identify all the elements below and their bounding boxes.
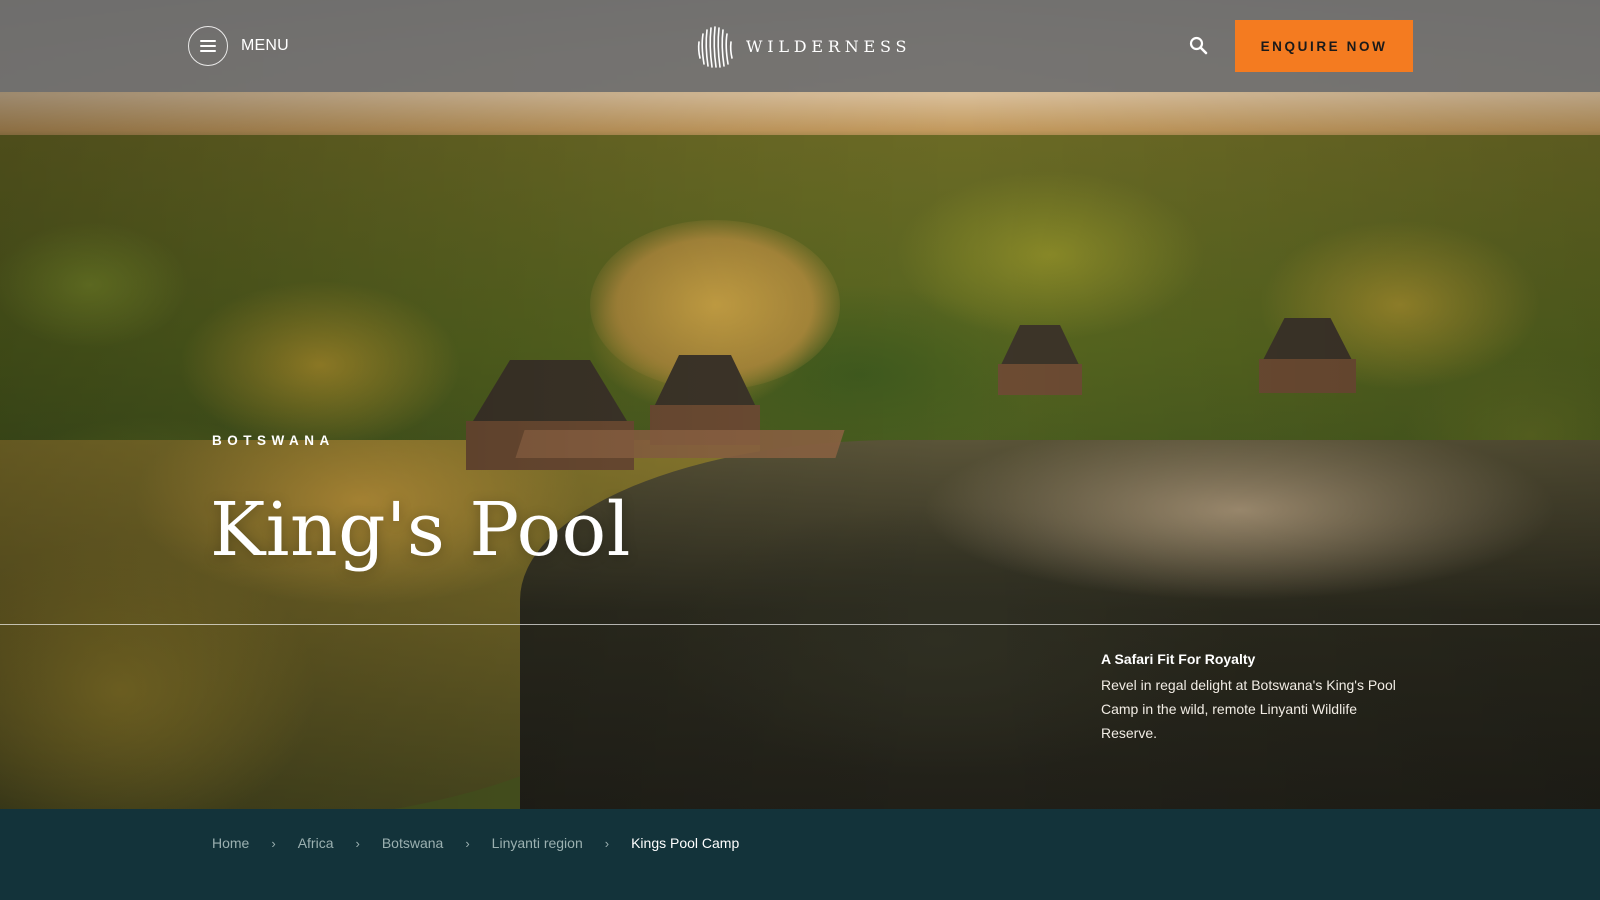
- site-logo[interactable]: WILDERNESS: [696, 24, 911, 68]
- breadcrumb-botswana[interactable]: Botswana: [382, 835, 443, 851]
- hamburger-icon: [188, 26, 228, 66]
- breadcrumb-home[interactable]: Home: [212, 835, 249, 851]
- chevron-right-icon: ›: [271, 835, 276, 851]
- chevron-right-icon: ›: [465, 835, 470, 851]
- brand-name: WILDERNESS: [746, 36, 912, 56]
- breadcrumb: Home › Africa › Botswana › Linyanti regi…: [212, 835, 739, 851]
- search-button[interactable]: [1188, 35, 1210, 57]
- chevron-right-icon: ›: [604, 835, 610, 851]
- breadcrumb-current: Kings Pool Camp: [631, 835, 740, 851]
- site-header: MENU WILDERNESS ENQUIRE NOW: [0, 0, 1600, 92]
- hero-country: BOTSWANA: [212, 433, 335, 448]
- breadcrumb-bar: Home › Africa › Botswana › Linyanti regi…: [0, 809, 1600, 900]
- wilderness-logo-icon: [697, 26, 733, 68]
- tagline-title: A Safari Fit For Royalty: [1101, 651, 1256, 667]
- breadcrumb-linyanti-region[interactable]: Linyanti region: [492, 835, 583, 851]
- page-title: King's Pool: [210, 487, 631, 573]
- search-icon: [1189, 36, 1208, 55]
- menu-label: MENU: [241, 37, 289, 54]
- hero-divider: [0, 624, 1600, 625]
- breadcrumb-africa[interactable]: Africa: [298, 835, 334, 851]
- menu-button[interactable]: MENU: [188, 26, 289, 66]
- hero-tagline: A Safari Fit For Royalty Revel in regal …: [1101, 651, 1401, 745]
- tagline-body: Revel in regal delight at Botswana's Kin…: [1101, 677, 1396, 741]
- chevron-right-icon: ›: [355, 835, 360, 851]
- enquire-now-button[interactable]: ENQUIRE NOW: [1235, 20, 1413, 72]
